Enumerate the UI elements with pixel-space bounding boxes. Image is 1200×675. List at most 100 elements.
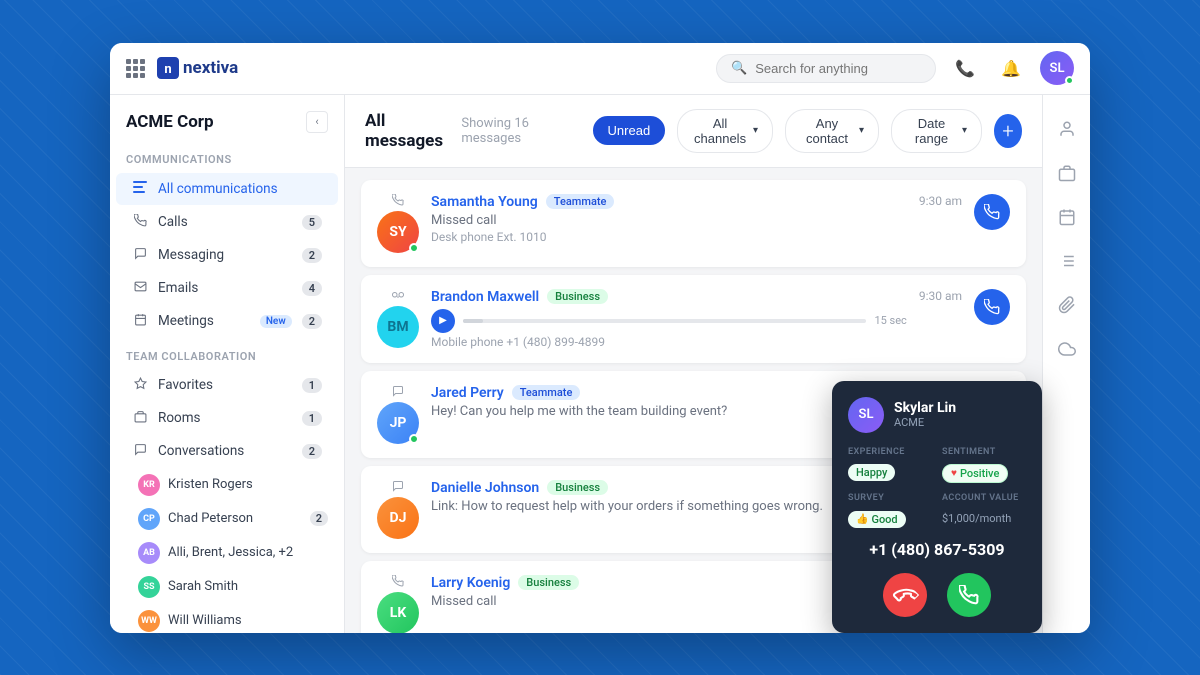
voicemail-type-icon xyxy=(392,289,404,304)
sub-item-sarah[interactable]: SS Sarah Smith xyxy=(110,570,344,604)
will-name: Will Williams xyxy=(168,613,242,628)
survey-value: 👍 Good xyxy=(848,511,906,528)
date-range-filter[interactable]: Date range ▾ xyxy=(891,109,982,153)
msg-name: Brandon Maxwell xyxy=(431,289,539,305)
chad-name: Chad Peterson xyxy=(168,511,253,526)
survey-stat: SURVEY 👍 Good xyxy=(848,493,932,528)
alli-name: Alli, Brent, Jessica, +2 xyxy=(168,545,293,560)
navbar: n nextiva 🔍 📞 🔔 SL xyxy=(110,43,1090,95)
meetings-badge: 2 xyxy=(302,314,322,329)
avatar-samantha: SY xyxy=(377,211,419,253)
avatar-kristen: KR xyxy=(138,474,160,496)
sidebar: ACME Corp ‹ Communications All communica… xyxy=(110,95,345,633)
call-type-icon xyxy=(392,194,404,209)
calls-label: Calls xyxy=(158,214,292,230)
play-button[interactable]: ▶ xyxy=(431,309,455,333)
msg-tag: Business xyxy=(518,575,579,590)
avatar-alli: AB xyxy=(138,542,160,564)
search-bar[interactable]: 🔍 xyxy=(716,54,936,83)
messaging-label: Messaging xyxy=(158,247,292,263)
conversations-icon xyxy=(132,443,148,460)
favorites-label: Favorites xyxy=(158,377,292,393)
add-button[interactable]: + xyxy=(994,114,1022,148)
calls-badge: 5 xyxy=(302,215,322,230)
sub-item-kristen[interactable]: KR Kristen Rogers xyxy=(110,468,344,502)
emails-badge: 4 xyxy=(302,281,322,296)
kristen-name: Kristen Rogers xyxy=(168,477,253,492)
favorites-badge: 1 xyxy=(302,378,322,393)
list-icon[interactable] xyxy=(1049,243,1085,279)
unread-filter-btn[interactable]: Unread xyxy=(593,116,666,145)
app-window: n nextiva 🔍 📞 🔔 SL ACME Corp ‹ Communic xyxy=(110,43,1090,633)
msg-name: Samantha Young xyxy=(431,194,538,210)
sentiment-label: SENTIMENT xyxy=(942,447,1026,457)
msg-tag: Business xyxy=(547,289,608,304)
person-icon[interactable] xyxy=(1049,111,1085,147)
call-action-btn[interactable] xyxy=(974,289,1010,325)
favorites-icon xyxy=(132,377,148,394)
meetings-new-badge: New xyxy=(260,315,292,328)
rooms-badge: 1 xyxy=(302,411,322,426)
contact-popup: SL Skylar Lin ACME EXPERIENCE Happy SENT… xyxy=(832,381,1042,633)
sidebar-item-favorites[interactable]: Favorites 1 xyxy=(116,370,338,401)
communications-label: Communications xyxy=(110,141,344,172)
message-content: Brandon Maxwell Business ▶ 15 sec Mobile… xyxy=(431,289,907,349)
duration-label: 15 sec xyxy=(874,314,906,327)
meetings-label: Meetings xyxy=(158,313,250,329)
sub-item-chad[interactable]: CP Chad Peterson 2 xyxy=(110,502,344,536)
msg-tag: Teammate xyxy=(512,385,581,400)
conversations-badge: 2 xyxy=(302,444,322,459)
sub-item-will[interactable]: WW Will Williams xyxy=(110,604,344,633)
sidebar-item-messaging[interactable]: Messaging 2 xyxy=(116,240,338,271)
calendar-icon[interactable] xyxy=(1049,199,1085,235)
avatar-chad: CP xyxy=(138,508,160,530)
main-body: ACME Corp ‹ Communications All communica… xyxy=(110,95,1090,633)
accept-call-btn[interactable] xyxy=(947,573,991,617)
logo: n nextiva xyxy=(157,57,238,79)
sidebar-item-meetings[interactable]: Meetings New 2 xyxy=(116,306,338,337)
paperclip-icon[interactable] xyxy=(1049,287,1085,323)
search-input[interactable] xyxy=(755,61,921,76)
msg-tag: Teammate xyxy=(546,194,615,209)
any-contact-filter[interactable]: Any contact ▾ xyxy=(785,109,879,153)
chat-type-icon xyxy=(392,385,404,400)
all-channels-label: All channels xyxy=(692,116,748,146)
survey-label: SURVEY xyxy=(848,493,932,503)
bell-icon[interactable]: 🔔 xyxy=(994,51,1028,85)
phone-nav-icon[interactable]: 📞 xyxy=(948,51,982,85)
cloud-icon[interactable] xyxy=(1049,331,1085,367)
sidebar-item-conversations[interactable]: Conversations 2 xyxy=(116,436,338,467)
popup-avatar: SL xyxy=(848,397,884,433)
table-row[interactable]: SY Samantha Young Teammate Missed call D… xyxy=(361,180,1026,267)
call-action-btn[interactable] xyxy=(974,194,1010,230)
msg-text: Missed call xyxy=(431,213,907,228)
calls-icon xyxy=(132,214,148,231)
experience-stat: EXPERIENCE Happy xyxy=(848,447,932,483)
chevron-down-icon: ▾ xyxy=(753,125,758,136)
sidebar-item-calls[interactable]: Calls 5 xyxy=(116,207,338,238)
emails-label: Emails xyxy=(158,280,292,296)
sidebar-item-rooms[interactable]: Rooms 1 xyxy=(116,403,338,434)
chevron-down-icon: ▾ xyxy=(962,125,967,136)
progress-bar xyxy=(463,319,866,323)
msg-time: 9:30 am xyxy=(919,289,962,303)
table-row[interactable]: BM Brandon Maxwell Business ▶ 15 sec xyxy=(361,275,1026,363)
sub-item-alli[interactable]: AB Alli, Brent, Jessica, +2 xyxy=(110,536,344,570)
msg-tag: Business xyxy=(547,480,608,495)
all-channels-filter[interactable]: All channels ▾ xyxy=(677,109,773,153)
end-call-btn[interactable] xyxy=(883,573,927,617)
popup-header: SL Skylar Lin ACME xyxy=(848,397,1026,433)
chat-type-icon xyxy=(392,480,404,495)
sidebar-item-all-communications[interactable]: All communications xyxy=(116,173,338,205)
grid-menu-icon[interactable] xyxy=(126,59,145,78)
rooms-label: Rooms xyxy=(158,410,292,426)
avatar-sarah: SS xyxy=(138,576,160,598)
user-avatar[interactable]: SL xyxy=(1040,51,1074,85)
sidebar-item-emails[interactable]: Emails 4 xyxy=(116,273,338,304)
date-range-label: Date range xyxy=(906,116,957,146)
experience-value: Happy xyxy=(848,464,895,481)
sidebar-collapse-btn[interactable]: ‹ xyxy=(306,111,328,133)
building-icon[interactable] xyxy=(1049,155,1085,191)
msg-name: Jared Perry xyxy=(431,385,504,401)
team-label: Team collaboration xyxy=(110,338,344,369)
